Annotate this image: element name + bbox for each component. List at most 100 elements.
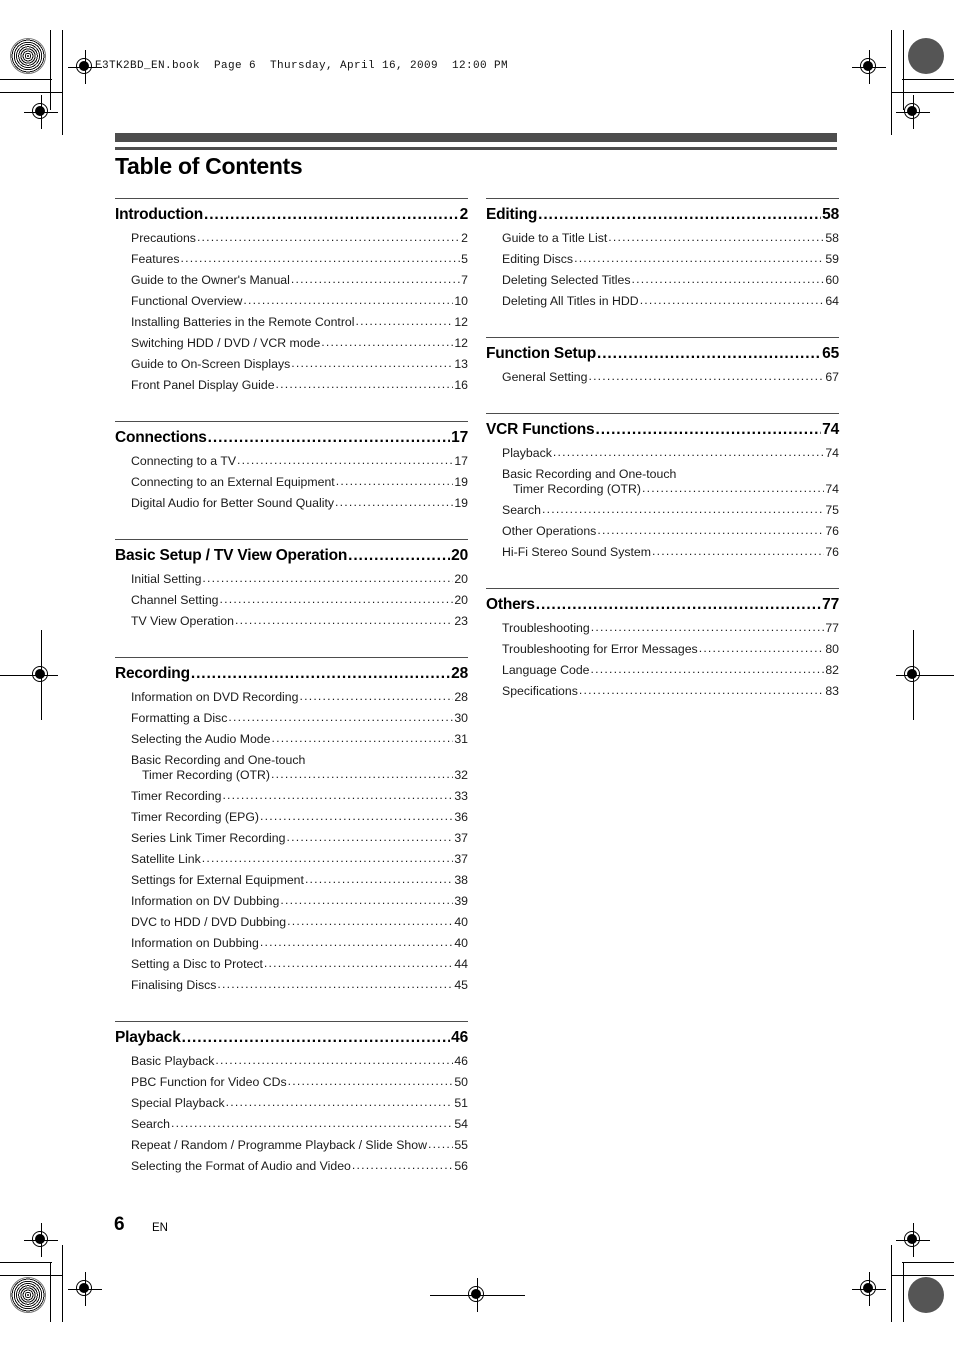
toc-entry[interactable]: DVC to HDD / DVD Dubbing 40: [115, 911, 468, 932]
toc-entry[interactable]: Functional Overview 10: [115, 290, 468, 311]
toc-entry-label: Playback: [502, 445, 552, 460]
toc-entry[interactable]: Connecting to a TV 17: [115, 450, 468, 471]
toc-section-heading-label: Basic Setup / TV View Operation: [115, 547, 348, 564]
title-rule-thick: [115, 133, 837, 142]
toc-section-heading[interactable]: VCR Functions 74: [486, 418, 839, 442]
toc-entry[interactable]: Information on DVD Recording 28: [115, 686, 468, 707]
toc-entry-label: PBC Function for Video CDs: [131, 1074, 287, 1089]
leader-dots: [591, 663, 825, 675]
crop-mark-bottom-left-h2: [0, 1275, 63, 1276]
toc-entry[interactable]: Satellite Link 37: [115, 848, 468, 869]
registration-target-bottom-right: [852, 1272, 886, 1306]
toc-entry-page: 12: [454, 314, 468, 329]
toc-entry-page: 54: [454, 1116, 468, 1131]
toc-entry[interactable]: Digital Audio for Better Sound Quality 19: [115, 492, 468, 513]
toc-entry[interactable]: Selecting the Audio Mode 31: [115, 728, 468, 749]
leader-dots: [228, 711, 453, 723]
toc-entry[interactable]: Special Playback 51: [115, 1092, 468, 1113]
toc-entry[interactable]: Language Code 82: [486, 659, 839, 680]
toc-section-heading-label: Function Setup: [486, 345, 596, 362]
leader-dots: [356, 315, 454, 327]
section-rule: [486, 588, 839, 589]
toc-entry-label: Deleting All Titles in HDD: [502, 293, 639, 308]
toc-entry[interactable]: Initial Setting 20: [115, 568, 468, 589]
toc-entry[interactable]: Selecting the Format of Audio and Video 5…: [115, 1155, 468, 1176]
toc-entry[interactable]: Connecting to an External Equipment 19: [115, 471, 468, 492]
toc-entry[interactable]: Information on DV Dubbing 39: [115, 890, 468, 911]
toc-section-heading[interactable]: Introduction 2: [115, 203, 468, 227]
leader-dots: [553, 446, 824, 458]
toc-section-heading[interactable]: Others 77: [486, 593, 839, 617]
toc-entry[interactable]: Switching HDD / DVD / VCR mode 12: [115, 332, 468, 353]
toc-entry[interactable]: Precautions 2: [115, 227, 468, 248]
toc-entry-label: Series Link Timer Recording: [131, 830, 286, 845]
leader-dots: [208, 430, 450, 446]
toc-entry[interactable]: Information on Dubbing 40: [115, 932, 468, 953]
toc-entry-label: Selecting the Audio Mode: [131, 731, 271, 746]
leader-dots: [335, 496, 453, 508]
toc-entry-label: Information on DV Dubbing: [131, 893, 280, 908]
toc-entry[interactable]: Series Link Timer Recording 37: [115, 827, 468, 848]
toc-section-heading[interactable]: Playback 46: [115, 1026, 468, 1050]
toc-entry[interactable]: Timer Recording (OTR) 32: [115, 767, 468, 786]
toc-entry[interactable]: Settings for External Equipment 38: [115, 869, 468, 890]
toc-entry[interactable]: Hi-Fi Stereo Sound System 76: [486, 541, 839, 562]
toc-entry[interactable]: Basic Playback 46: [115, 1050, 468, 1071]
toc-entry[interactable]: Guide to On-Screen Displays 13: [115, 353, 468, 374]
leader-dots: [288, 1075, 454, 1087]
toc-entry[interactable]: Front Panel Display Guide 16: [115, 374, 468, 395]
toc-entry[interactable]: Editing Discs 59: [486, 248, 839, 269]
toc-entry[interactable]: Timer Recording 33: [115, 785, 468, 806]
crop-mark-bottom-left-v1: [50, 1262, 51, 1322]
toc-entry[interactable]: Search 75: [486, 499, 839, 520]
toc-entry-label: Search: [131, 1116, 170, 1131]
toc-entry[interactable]: Timer Recording (OTR) 74: [486, 481, 839, 500]
toc-entry[interactable]: Timer Recording (EPG) 36: [115, 806, 468, 827]
toc-entry-page: 58: [825, 230, 839, 245]
toc-entry[interactable]: Troubleshooting for Error Messages 80: [486, 638, 839, 659]
toc-section-heading[interactable]: Basic Setup / TV View Operation 20: [115, 544, 468, 568]
toc-entry-label: Guide to On-Screen Displays: [131, 356, 291, 371]
toc-entry[interactable]: Deleting Selected Titles 60: [486, 269, 839, 290]
leader-dots: [348, 548, 450, 564]
leader-dots: [642, 482, 824, 494]
toc-entry[interactable]: Guide to a Title List 58: [486, 227, 839, 248]
toc-entry[interactable]: Formatting a Disc 30: [115, 707, 468, 728]
leader-dots: [191, 666, 450, 682]
toc-entry[interactable]: Troubleshooting 77: [486, 617, 839, 638]
toc-entry-page: 80: [825, 641, 839, 656]
toc-entry-page: 16: [454, 377, 468, 392]
toc-section-heading-page: 58: [822, 206, 839, 223]
crop-mark-bottom-right-v2: [891, 1245, 892, 1322]
toc-entry[interactable]: Deleting All Titles in HDD 64: [486, 290, 839, 311]
toc-entry[interactable]: Repeat / Random / Programme Playback / S…: [115, 1134, 468, 1155]
toc-section-heading[interactable]: Connections 17: [115, 426, 468, 450]
toc-entry[interactable]: PBC Function for Video CDs 50: [115, 1071, 468, 1092]
toc-section-heading-page: 28: [451, 665, 468, 682]
leader-dots: [640, 294, 825, 306]
toc-entry[interactable]: Setting a Disc to Protect 44: [115, 953, 468, 974]
toc-entry[interactable]: Other Operations 76: [486, 520, 839, 541]
toc-entry[interactable]: TV View Operation 23: [115, 610, 468, 631]
leader-dots: [321, 336, 453, 348]
toc-entry-page: 20: [454, 571, 468, 586]
toc-section-heading[interactable]: Recording 28: [115, 662, 468, 686]
leader-dots: [291, 357, 453, 369]
toc-section-heading[interactable]: Editing 58: [486, 203, 839, 227]
toc-entry[interactable]: Search 54: [115, 1113, 468, 1134]
toc-entry[interactable]: General Setting 67: [486, 366, 839, 387]
toc-entry[interactable]: Guide to the Owner's Manual 7: [115, 269, 468, 290]
toc-entry-label: Specifications: [502, 683, 578, 698]
toc-entry[interactable]: Playback 74: [486, 442, 839, 463]
leader-dots: [220, 593, 454, 605]
toc-section-heading[interactable]: Function Setup 65: [486, 342, 839, 366]
toc-entry[interactable]: Channel Setting 20: [115, 589, 468, 610]
toc-entry[interactable]: Features 5: [115, 248, 468, 269]
toc-entry-page: 19: [454, 474, 468, 489]
toc-section-heading-page: 17: [451, 429, 468, 446]
toc-entry[interactable]: Installing Batteries in the Remote Contr…: [115, 311, 468, 332]
toc-entry[interactable]: Finalising Discs 45: [115, 974, 468, 995]
toc-entry[interactable]: Specifications 83: [486, 680, 839, 701]
leader-dots: [595, 422, 821, 438]
toc-entry-label: Initial Setting: [131, 571, 202, 586]
